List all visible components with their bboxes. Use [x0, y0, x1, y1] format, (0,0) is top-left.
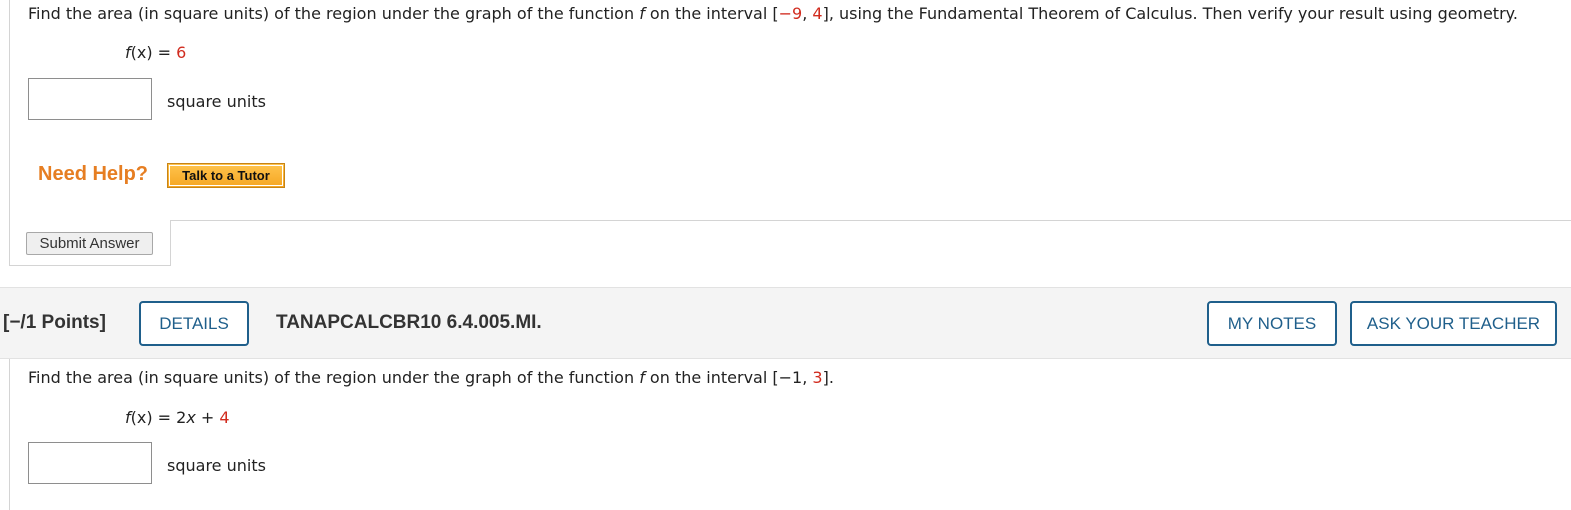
question2-answer-input[interactable] — [28, 442, 152, 484]
question2-container — [9, 359, 10, 510]
question2-prompt: Find the area (in square units) of the r… — [28, 368, 834, 387]
question2-function: f(x) = 2x + 4 — [125, 408, 230, 427]
question1-border — [9, 265, 171, 266]
question1-prompt: Find the area (in square units) of the r… — [28, 4, 1518, 23]
assignment-page: Find the area (in square units) of the r… — [0, 0, 1571, 510]
question1-border — [170, 221, 171, 266]
my-notes-button[interactable]: MY NOTES — [1207, 301, 1337, 346]
submit-answer-button[interactable]: Submit Answer — [26, 232, 153, 255]
question1-units-label: square units — [167, 92, 266, 111]
question1-answer-input[interactable] — [28, 78, 152, 120]
question1-border — [170, 220, 1571, 221]
details-button[interactable]: DETAILS — [139, 301, 249, 346]
need-help-label: Need Help? — [38, 163, 149, 185]
question1-container — [9, 0, 1571, 266]
talk-to-tutor-button[interactable]: Talk to a Tutor — [167, 163, 285, 188]
points-label: [−/1 Points] — [3, 312, 106, 333]
question-code: TANAPCALCBR10 6.4.005.MI. — [276, 312, 542, 333]
ask-your-teacher-button[interactable]: ASK YOUR TEACHER — [1350, 301, 1557, 346]
question1-function: f(x) = 6 — [125, 43, 187, 62]
question2-units-label: square units — [167, 456, 266, 475]
